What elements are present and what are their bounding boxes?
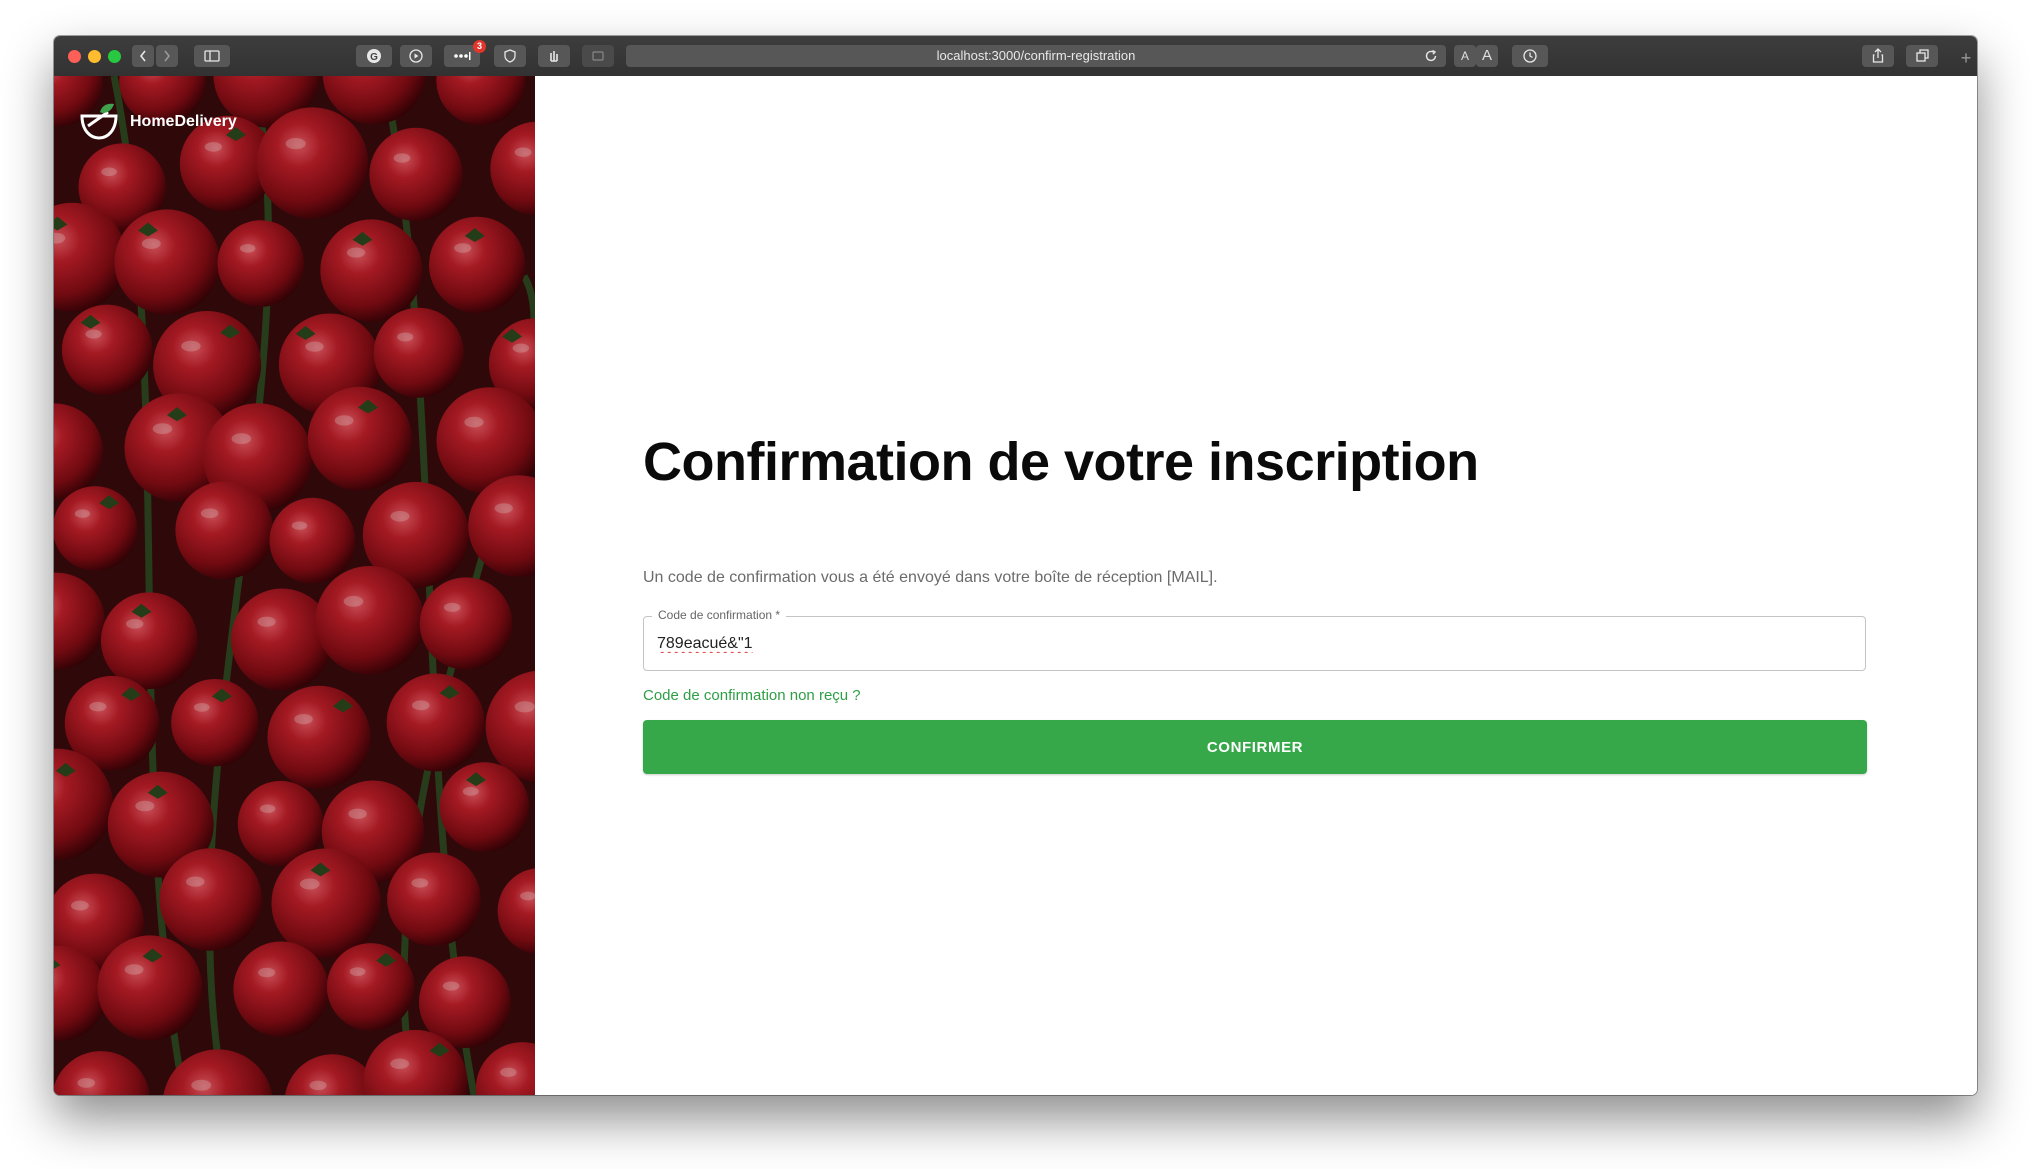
- tabs-icon: [1916, 49, 1929, 62]
- back-button[interactable]: [132, 45, 154, 67]
- share-icon: [1872, 48, 1884, 63]
- confirm-button[interactable]: CONFIRMER: [643, 720, 1867, 774]
- chevron-left-icon: [139, 50, 146, 62]
- browser-toolbar: G 3 localhost:3000/confirm-registration …: [54, 36, 1977, 77]
- text-smaller-button[interactable]: A: [1454, 45, 1476, 67]
- tabs-overview-button[interactable]: [1906, 45, 1938, 67]
- page-subtitle: Un code de confirmation vous a été envoy…: [643, 569, 1218, 586]
- grammarly-icon: G: [367, 49, 381, 63]
- browser-window: G 3 localhost:3000/confirm-registration …: [54, 36, 1977, 1095]
- reload-icon[interactable]: [1424, 49, 1438, 63]
- sidebar-toggle-button[interactable]: [194, 45, 230, 67]
- zoom-window-button[interactable]: [108, 50, 121, 63]
- play-circle-icon: [409, 49, 423, 63]
- brand-logo[interactable]: HomeDelivery: [78, 102, 237, 142]
- share-button[interactable]: [1862, 45, 1894, 67]
- shield-icon: [504, 49, 516, 63]
- hero-image-panel: HomeDelivery: [54, 76, 535, 1095]
- confirmation-code-label: Code de confirmation *: [652, 608, 787, 622]
- password-extension-button[interactable]: 3: [444, 40, 486, 67]
- sidebar-icon: [204, 50, 220, 62]
- tomatoes-photo: [54, 76, 535, 1095]
- confirmation-code-field[interactable]: Code de confirmation *: [643, 608, 1866, 671]
- clock-icon: [1523, 49, 1537, 63]
- adblock-extension-button[interactable]: [494, 45, 526, 67]
- text-larger-button[interactable]: A: [1476, 45, 1498, 67]
- forward-button[interactable]: [156, 45, 178, 67]
- new-tab-button[interactable]: +: [1955, 44, 1977, 72]
- dots-icon: [454, 52, 471, 60]
- media-extension-button[interactable]: [400, 45, 432, 67]
- tool-extension-button[interactable]: [538, 45, 570, 67]
- address-bar[interactable]: localhost:3000/confirm-registration: [626, 45, 1446, 67]
- grammarly-extension-button[interactable]: G: [356, 45, 392, 67]
- bowl-leaf-icon: [80, 103, 118, 140]
- chevron-right-icon: [164, 50, 171, 62]
- resend-code-link[interactable]: Code de confirmation non reçu ?: [643, 687, 861, 704]
- page-title: Confirmation de votre inscription: [643, 432, 1479, 492]
- brand-name: HomeDelivery: [130, 113, 237, 130]
- url-text: localhost:3000/confirm-registration: [936, 48, 1136, 63]
- extension-badge: 3: [473, 40, 486, 53]
- disabled-extension-button[interactable]: [582, 45, 614, 67]
- svg-text:G: G: [370, 52, 378, 63]
- screen-icon: [592, 51, 604, 61]
- close-window-button[interactable]: [68, 50, 81, 63]
- main-content: Confirmation de votre inscription Un cod…: [535, 76, 1977, 1095]
- confirmation-code-input[interactable]: [657, 635, 1837, 653]
- history-button[interactable]: [1512, 45, 1548, 67]
- hand-icon: [550, 51, 558, 62]
- minimize-window-button[interactable]: [88, 50, 101, 63]
